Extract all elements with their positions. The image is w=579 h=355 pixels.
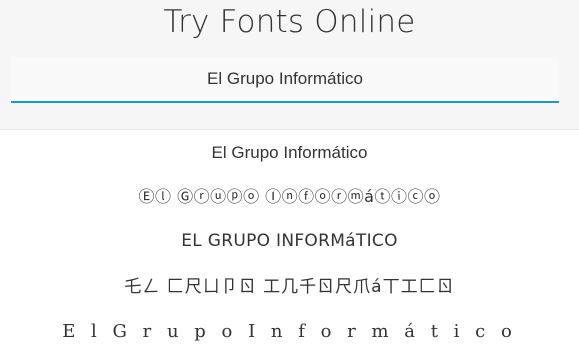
header: Try Fonts Online — [0, 0, 579, 130]
font-sample-asian-style[interactable]: 乇ㄥ 匚尺ㄩ卩ㄖ 工几千ㄖ尺爪á丅工匚ㄖ — [0, 275, 579, 299]
font-sample-spaced[interactable]: E l G r u p o I n f o r m á t i c o — [0, 320, 579, 344]
font-results-list: El Grupo Informático Ⓔⓛ Ⓖⓡⓤⓟⓞ Ⓘⓝⓕⓞⓡⓜáⓣⓘⓒ… — [0, 130, 579, 355]
text-input-container — [11, 57, 559, 103]
page: Try Fonts Online El Grupo Informático Ⓔⓛ… — [0, 0, 579, 355]
font-sample-plain[interactable]: El Grupo Informático — [0, 142, 579, 164]
font-sample-uppercase[interactable]: EL GRUPO INFORMáTICO — [0, 230, 579, 252]
page-title: Try Fonts Online — [163, 4, 416, 40]
text-input[interactable] — [11, 57, 559, 101]
font-sample-circled[interactable]: Ⓔⓛ Ⓖⓡⓤⓟⓞ Ⓘⓝⓕⓞⓡⓜáⓣⓘⓒⓞ — [0, 185, 579, 209]
